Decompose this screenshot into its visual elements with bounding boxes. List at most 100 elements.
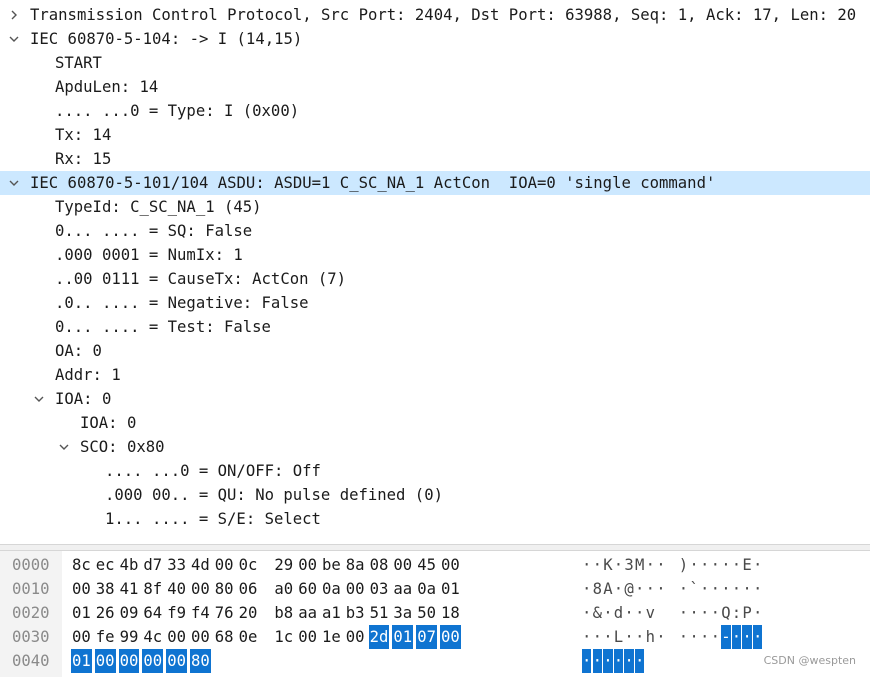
ascii-char[interactable]: · bbox=[614, 553, 623, 577]
ascii-char[interactable]: · bbox=[635, 601, 644, 625]
hex-byte[interactable]: fe bbox=[95, 625, 116, 649]
ascii-char[interactable]: · bbox=[679, 601, 688, 625]
hex-byte[interactable]: 01 bbox=[440, 577, 461, 601]
bytes-row[interactable]: 0020 01 26 09 64 f9 f4 76 20 b8 aa a1 b3 51 3a 50 18 · & · d… bbox=[0, 601, 870, 625]
hex-byte[interactable]: 01 bbox=[71, 649, 92, 673]
ascii-char[interactable]: · bbox=[613, 649, 624, 673]
ascii-char[interactable]: · bbox=[582, 625, 591, 649]
ascii-char[interactable]: · bbox=[646, 553, 655, 577]
ascii-char[interactable]: · bbox=[689, 601, 698, 625]
hex-byte[interactable]: 99 bbox=[119, 625, 140, 649]
ascii-char[interactable]: · bbox=[753, 553, 762, 577]
hex-byte[interactable]: 00 bbox=[392, 553, 413, 577]
ascii-char[interactable]: · bbox=[624, 625, 633, 649]
hex-byte[interactable]: 20 bbox=[238, 601, 259, 625]
ascii-char[interactable]: M bbox=[635, 553, 644, 577]
hex-byte[interactable]: 80 bbox=[214, 577, 235, 601]
chevron-down-icon[interactable] bbox=[56, 435, 72, 459]
packet-bytes-pane[interactable]: 0000 8c ec 4b d7 33 4d 00 0c 29 00 be 8a 08 00 45 00 · · K ·… bbox=[0, 551, 870, 677]
tree-row[interactable]: IEC 60870-5-101/104 ASDU: ASDU=1 C_SC_NA… bbox=[0, 171, 870, 195]
tree-row[interactable]: 0... .... = SQ: False bbox=[0, 219, 870, 243]
tree-row[interactable]: Addr: 1 bbox=[0, 363, 870, 387]
tree-row[interactable]: .0.. .... = Negative: False bbox=[0, 291, 870, 315]
ascii-char[interactable]: 3 bbox=[624, 553, 633, 577]
ascii-char[interactable]: · bbox=[593, 553, 602, 577]
hex-byte[interactable]: 00 bbox=[190, 625, 211, 649]
hex-byte[interactable]: 00 bbox=[118, 649, 140, 673]
hex-byte[interactable]: 01 bbox=[392, 625, 414, 649]
hex-byte[interactable]: be bbox=[321, 553, 342, 577]
ascii-char[interactable]: · bbox=[679, 577, 688, 601]
hex-byte[interactable]: 80 bbox=[190, 649, 211, 673]
hex-byte[interactable]: 45 bbox=[416, 553, 437, 577]
ascii-char[interactable]: · bbox=[753, 625, 763, 649]
tree-row[interactable]: ApduLen: 14 bbox=[0, 75, 870, 99]
hex-byte[interactable]: 4d bbox=[190, 553, 211, 577]
ascii-char[interactable]: 8 bbox=[593, 577, 602, 601]
tree-row[interactable]: OA: 0 bbox=[0, 339, 870, 363]
tree-row[interactable]: IEC 60870-5-104: -> I (14,15) bbox=[0, 27, 870, 51]
ascii-char[interactable]: · bbox=[635, 625, 644, 649]
ascii-char[interactable] bbox=[656, 601, 665, 625]
hex-byte[interactable]: 64 bbox=[142, 601, 163, 625]
hex-byte[interactable]: 00 bbox=[166, 649, 187, 673]
ascii-char[interactable]: · bbox=[679, 625, 688, 649]
ascii-char[interactable]: · bbox=[721, 553, 730, 577]
tree-row[interactable]: Transmission Control Protocol, Src Port:… bbox=[0, 3, 870, 27]
ascii-char[interactable]: · bbox=[711, 553, 720, 577]
bytes-row[interactable]: 0010 00 38 41 8f 40 00 80 06 a0 60 0a 00 03 aa 0a 01 · 8 A ·… bbox=[0, 577, 870, 601]
ascii-char[interactable]: E bbox=[742, 553, 751, 577]
tree-row[interactable]: Rx: 15 bbox=[0, 147, 870, 171]
hex-byte[interactable]: a1 bbox=[321, 601, 342, 625]
hex-byte[interactable]: 00 bbox=[94, 649, 116, 673]
ascii-char[interactable]: L bbox=[614, 625, 623, 649]
hex-byte[interactable]: 00 bbox=[440, 553, 461, 577]
chevron-down-icon[interactable] bbox=[6, 27, 22, 51]
hex-byte[interactable]: 50 bbox=[416, 601, 437, 625]
hex-byte[interactable]: b3 bbox=[345, 601, 366, 625]
ascii-char[interactable]: · bbox=[656, 625, 665, 649]
tree-row[interactable]: IOA: 0 bbox=[0, 411, 870, 435]
hex-byte[interactable]: 00 bbox=[166, 625, 187, 649]
chevron-down-icon[interactable] bbox=[6, 171, 22, 195]
ascii-char[interactable]: ` bbox=[689, 577, 698, 601]
hex-byte[interactable]: 8c bbox=[71, 553, 92, 577]
bytes-row[interactable]: 0030 00 fe 99 4c 00 00 68 0e 1c 00 1e 00 2d 01 07 00 · · · L… bbox=[0, 625, 870, 649]
pane-splitter[interactable] bbox=[0, 544, 870, 551]
hex-byte[interactable]: 51 bbox=[369, 601, 390, 625]
ascii-char[interactable]: · bbox=[624, 649, 634, 673]
hex-byte[interactable]: 4b bbox=[119, 553, 140, 577]
ascii-char[interactable]: · bbox=[614, 577, 623, 601]
hex-byte[interactable]: 40 bbox=[166, 577, 187, 601]
ascii-char[interactable]: · bbox=[742, 625, 752, 649]
bytes-row[interactable]: 0000 8c ec 4b d7 33 4d 00 0c 29 00 be 8a 08 00 45 00 · · K ·… bbox=[0, 553, 870, 577]
ascii-char[interactable]: · bbox=[582, 601, 591, 625]
packet-details-tree[interactable]: Transmission Control Protocol, Src Port:… bbox=[0, 0, 870, 544]
hex-byte[interactable]: 0a bbox=[321, 577, 342, 601]
hex-byte[interactable]: 00 bbox=[71, 577, 92, 601]
ascii-char[interactable]: · bbox=[603, 649, 613, 673]
ascii-char[interactable]: d bbox=[614, 601, 623, 625]
ascii-char[interactable]: · bbox=[721, 577, 730, 601]
ascii-char[interactable]: · bbox=[582, 577, 591, 601]
ascii-char[interactable]: · bbox=[656, 577, 665, 601]
hex-byte[interactable]: 76 bbox=[214, 601, 235, 625]
ascii-char[interactable]: & bbox=[593, 601, 602, 625]
hex-byte[interactable]: d7 bbox=[142, 553, 163, 577]
hex-byte[interactable]: 01 bbox=[71, 601, 92, 625]
ascii-char[interactable]: · bbox=[656, 553, 665, 577]
hex-byte[interactable]: b8 bbox=[273, 601, 294, 625]
tree-row[interactable]: 1... .... = S/E: Select bbox=[0, 507, 870, 531]
hex-byte[interactable]: aa bbox=[392, 577, 413, 601]
ascii-char[interactable]: v bbox=[646, 601, 655, 625]
hex-byte[interactable]: f9 bbox=[166, 601, 187, 625]
hex-byte[interactable]: 29 bbox=[273, 553, 294, 577]
hex-byte[interactable]: 00 bbox=[440, 625, 461, 649]
tree-row[interactable]: .... ...0 = Type: I (0x00) bbox=[0, 99, 870, 123]
hex-byte[interactable]: 33 bbox=[166, 553, 187, 577]
ascii-char[interactable]: · bbox=[700, 625, 709, 649]
hex-byte[interactable]: 00 bbox=[345, 577, 366, 601]
hex-byte[interactable]: 2d bbox=[368, 625, 390, 649]
hex-byte[interactable]: 8f bbox=[142, 577, 163, 601]
ascii-char[interactable]: · bbox=[646, 577, 655, 601]
